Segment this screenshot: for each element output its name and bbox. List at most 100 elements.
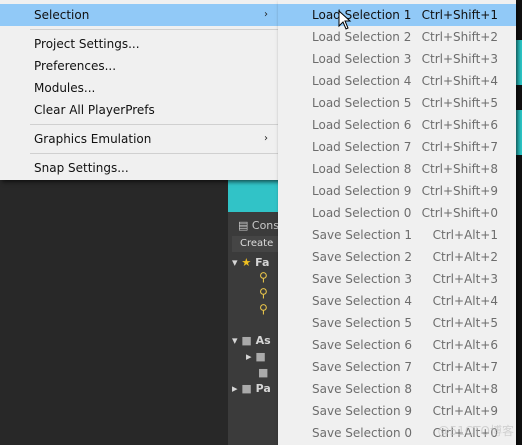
submenu-item-load-selection-1[interactable]: Load Selection 1 Ctrl+Shift+1 [278, 4, 516, 26]
shortcut-label: Ctrl+Shift+1 [421, 8, 498, 22]
submenu-item-save-selection-5[interactable]: Save Selection 5 Ctrl+Alt+5 [278, 312, 516, 334]
submenu-item-save-selection-9[interactable]: Save Selection 9 Ctrl+Alt+9 [278, 400, 516, 422]
selection-submenu: Load Selection 1 Ctrl+Shift+1 Load Select… [278, 0, 516, 445]
submenu-item-label: Load Selection 7 [312, 140, 412, 154]
menu-item-snap-settings[interactable]: Snap Settings... [0, 157, 280, 179]
submenu-item-label: Save Selection 1 [312, 228, 413, 242]
chevron-right-icon: › [264, 9, 268, 20]
submenu-item-load-selection-0[interactable]: Load Selection 0 Ctrl+Shift+0 [278, 202, 516, 224]
folder-icon: ■ [258, 366, 269, 379]
assets-row[interactable]: ▾ ■ As [232, 334, 271, 347]
submenu-item-label: Load Selection 1 [312, 8, 412, 22]
console-tab-label: Cons [251, 219, 280, 232]
watermark: @51CTO博客 [437, 424, 514, 438]
folder-icon: ■ [241, 334, 252, 347]
submenu-item-label: Load Selection 4 [312, 74, 412, 88]
shortcut-label: Ctrl+Shift+0 [421, 206, 498, 220]
assets-label: As [255, 334, 271, 347]
folder-icon: ■ [255, 350, 266, 363]
shortcut-label: Ctrl+Shift+8 [421, 162, 498, 176]
submenu-item-label: Save Selection 8 [312, 382, 413, 396]
menu-item-label: Graphics Emulation [34, 132, 152, 146]
favorites-row[interactable]: ▾ ★ Fa [232, 256, 269, 269]
submenu-item-save-selection-1[interactable]: Save Selection 1 Ctrl+Alt+1 [278, 224, 516, 246]
submenu-item-save-selection-6[interactable]: Save Selection 6 Ctrl+Alt+6 [278, 334, 516, 356]
folder-row[interactable]: ▸ ■ [246, 350, 266, 363]
mouse-pointer-icon [338, 10, 352, 30]
shortcut-label: Ctrl+Alt+5 [432, 316, 498, 330]
shortcut-label: Ctrl+Shift+5 [421, 96, 498, 110]
submenu-item-load-selection-4[interactable]: Load Selection 4 Ctrl+Shift+4 [278, 70, 516, 92]
shortcut-label: Ctrl+Alt+4 [432, 294, 498, 308]
submenu-item-load-selection-2[interactable]: Load Selection 2 Ctrl+Shift+2 [278, 26, 516, 48]
submenu-item-load-selection-9[interactable]: Load Selection 9 Ctrl+Shift+9 [278, 180, 516, 202]
shortcut-label: Ctrl+Shift+6 [421, 118, 498, 132]
menu-item-label: Snap Settings... [34, 161, 129, 175]
menu-item-label: Modules... [34, 81, 96, 95]
menu-item-label: Preferences... [34, 59, 117, 73]
teal-edge-a [515, 40, 522, 85]
submenu-item-load-selection-3[interactable]: Load Selection 3 Ctrl+Shift+3 [278, 48, 516, 70]
submenu-item-load-selection-7[interactable]: Load Selection 7 Ctrl+Shift+7 [278, 136, 516, 158]
shortcut-label: Ctrl+Shift+4 [421, 74, 498, 88]
shortcut-label: Ctrl+Alt+1 [432, 228, 498, 242]
submenu-item-label: Load Selection 5 [312, 96, 412, 110]
folder-row[interactable]: ■ [258, 366, 268, 379]
menu-item-clear-playerprefs[interactable]: Clear All PlayerPrefs [0, 99, 280, 121]
submenu-item-label: Load Selection 8 [312, 162, 412, 176]
submenu-item-label: Load Selection 9 [312, 184, 412, 198]
submenu-item-label: Load Selection 3 [312, 52, 412, 66]
submenu-item-load-selection-6[interactable]: Load Selection 6 Ctrl+Shift+6 [278, 114, 516, 136]
submenu-item-label: Save Selection 4 [312, 294, 413, 308]
console-tab[interactable]: ▤ Cons [238, 219, 279, 232]
submenu-item-label: Save Selection 5 [312, 316, 413, 330]
shortcut-label: Ctrl+Alt+9 [432, 404, 498, 418]
menu-item-modules[interactable]: Modules... [0, 77, 280, 99]
menu-separator [30, 29, 278, 30]
shortcut-label: Ctrl+Shift+2 [421, 30, 498, 44]
shortcut-label: Ctrl+Alt+7 [432, 360, 498, 374]
teal-edge-b [515, 110, 522, 155]
submenu-item-label: Save Selection 6 [312, 338, 413, 352]
shortcut-label: Ctrl+Alt+2 [432, 250, 498, 264]
submenu-item-label: Save Selection 7 [312, 360, 413, 374]
edit-menu: Selection › Project Settings... Preferen… [0, 0, 280, 180]
menu-separator [30, 124, 278, 125]
submenu-item-save-selection-3[interactable]: Save Selection 3 Ctrl+Alt+3 [278, 268, 516, 290]
menu-item-selection[interactable]: Selection › [0, 4, 280, 26]
submenu-item-save-selection-4[interactable]: Save Selection 4 Ctrl+Alt+4 [278, 290, 516, 312]
submenu-item-label: Load Selection 6 [312, 118, 412, 132]
submenu-item-label: Save Selection 2 [312, 250, 413, 264]
packages-label: Pa [255, 382, 271, 395]
menu-item-preferences[interactable]: Preferences... [0, 55, 280, 77]
menu-item-label: Project Settings... [34, 37, 140, 51]
search-icon[interactable]: ⚲ [259, 302, 268, 316]
star-icon: ★ [241, 256, 252, 269]
menu-item-label: Clear All PlayerPrefs [34, 103, 155, 117]
shortcut-label: Ctrl+Shift+9 [421, 184, 498, 198]
submenu-item-load-selection-5[interactable]: Load Selection 5 Ctrl+Shift+5 [278, 92, 516, 114]
submenu-item-label: Save Selection 9 [312, 404, 413, 418]
submenu-item-save-selection-7[interactable]: Save Selection 7 Ctrl+Alt+7 [278, 356, 516, 378]
favorites-label: Fa [255, 256, 270, 269]
submenu-item-label: Save Selection 0 [312, 426, 413, 440]
submenu-item-save-selection-8[interactable]: Save Selection 8 Ctrl+Alt+8 [278, 378, 516, 400]
menu-item-project-settings[interactable]: Project Settings... [0, 33, 280, 55]
search-icon[interactable]: ⚲ [259, 270, 268, 284]
submenu-item-save-selection-2[interactable]: Save Selection 2 Ctrl+Alt+2 [278, 246, 516, 268]
chevron-right-icon: › [264, 133, 268, 144]
menu-item-graphics-emulation[interactable]: Graphics Emulation › [0, 128, 280, 150]
packages-row[interactable]: ▸ ■ Pa [232, 382, 271, 395]
submenu-item-label: Save Selection 3 [312, 272, 413, 286]
shortcut-label: Ctrl+Alt+3 [432, 272, 498, 286]
shortcut-label: Ctrl+Shift+7 [421, 140, 498, 154]
shortcut-label: Ctrl+Shift+3 [421, 52, 498, 66]
console-icon: ▤ [238, 219, 252, 232]
submenu-item-label: Load Selection 0 [312, 206, 412, 220]
menu-item-label: Selection [34, 8, 90, 22]
menu-separator [30, 153, 278, 154]
folder-icon: ■ [241, 382, 252, 395]
search-icon[interactable]: ⚲ [259, 286, 268, 300]
submenu-item-label: Load Selection 2 [312, 30, 412, 44]
submenu-item-load-selection-8[interactable]: Load Selection 8 Ctrl+Shift+8 [278, 158, 516, 180]
